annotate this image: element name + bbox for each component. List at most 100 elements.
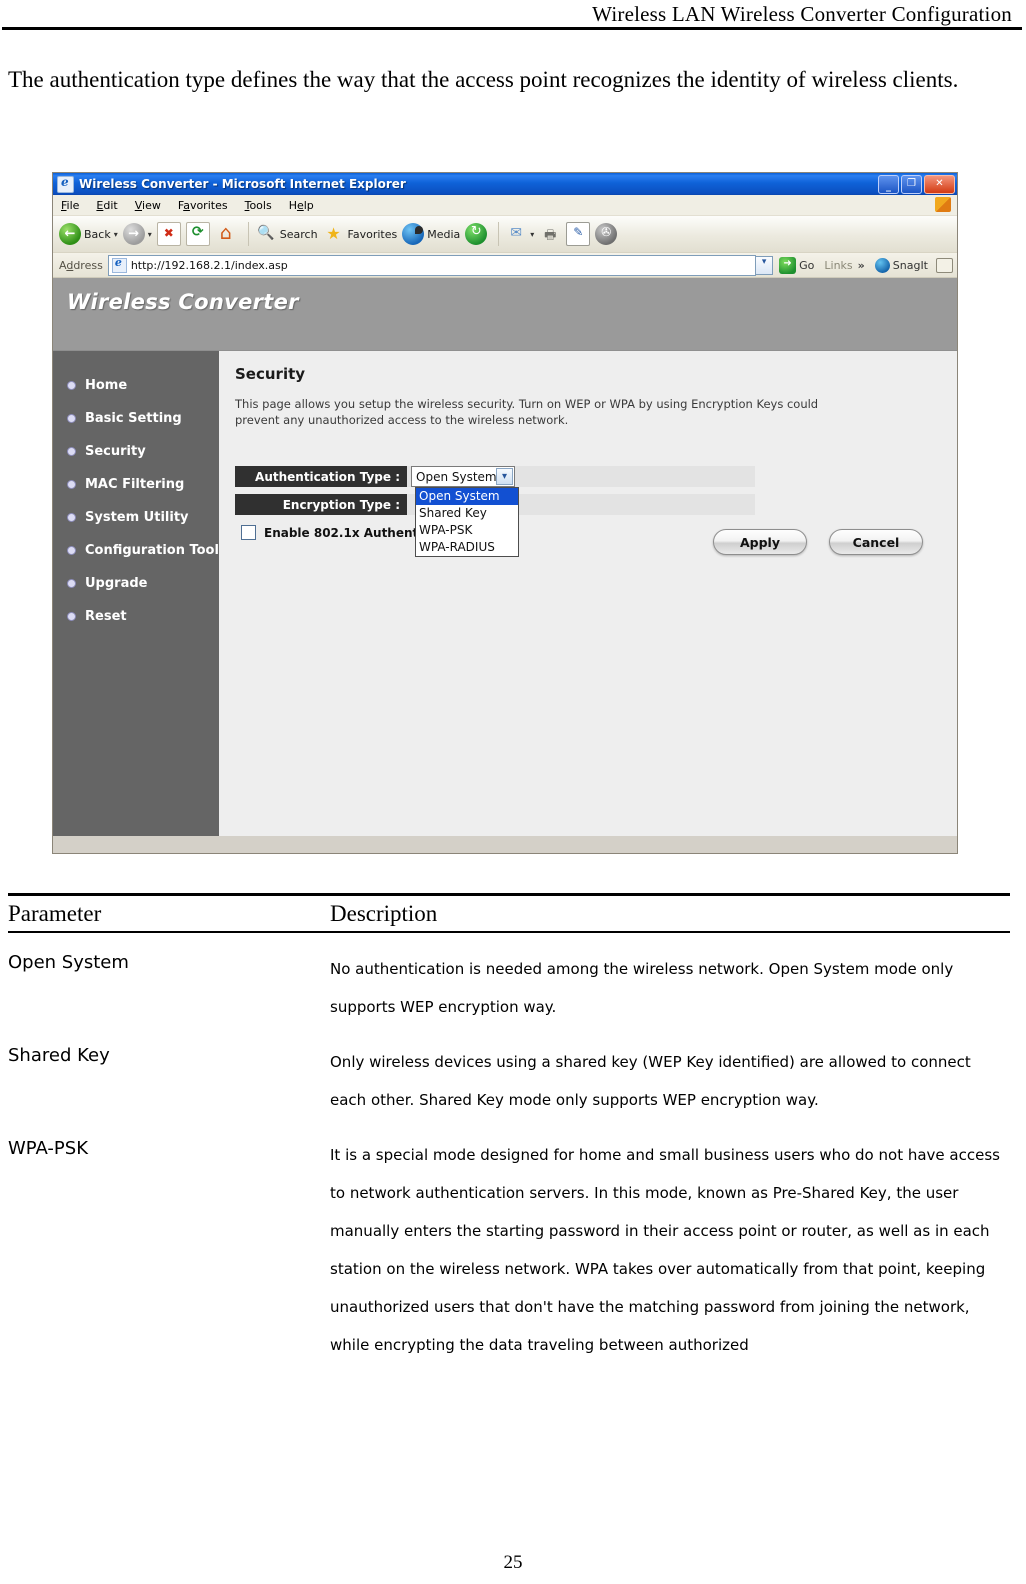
history-icon: [465, 223, 488, 245]
go-button[interactable]: Go: [779, 256, 815, 274]
table-header-row: Parameter Description: [8, 896, 1010, 931]
encryption-type-label: Encryption Type :: [235, 494, 407, 515]
sidebar-item-label: Upgrade: [85, 576, 148, 591]
router-web-ui: Wireless Converter Home Basic Setting Se…: [53, 278, 957, 836]
parameter-table: Parameter Description Open System No aut…: [8, 893, 1010, 1364]
edit-button[interactable]: [566, 222, 591, 246]
address-dropdown-button[interactable]: [756, 255, 774, 275]
forward-arrow-icon: →: [122, 223, 145, 245]
menu-item-help[interactable]: Help: [289, 199, 314, 212]
row-parameter: WPA-PSK: [8, 1138, 88, 1159]
minimize-icon: _: [886, 181, 891, 193]
printer-icon: [539, 223, 561, 248]
search-icon: [255, 223, 277, 245]
table-row: Open System No authentication is needed …: [8, 933, 1010, 1026]
restore-icon: ❐: [907, 178, 916, 189]
refresh-button[interactable]: [185, 222, 210, 246]
restore-button[interactable]: ❐: [901, 174, 922, 194]
bullet-icon: [67, 414, 76, 423]
sidebar-item-basic-setting[interactable]: Basic Setting: [53, 402, 219, 435]
edit-pencil-icon: [566, 222, 591, 246]
bullet-icon: [67, 381, 76, 390]
row-parameter: Shared Key: [8, 1045, 110, 1066]
menu-item-favorites[interactable]: Favorites: [178, 199, 228, 212]
header-divider: [2, 27, 1022, 30]
bullet-icon: [67, 546, 76, 555]
print-button[interactable]: [539, 223, 561, 248]
minimize-button[interactable]: _: [878, 174, 899, 194]
bullet-icon: [67, 579, 76, 588]
mail-icon: [505, 223, 527, 245]
discuss-button[interactable]: [595, 223, 618, 245]
ui-banner-title: Wireless Converter: [67, 290, 299, 314]
media-button[interactable]: Media: [402, 223, 460, 245]
enable-8021x-checkbox[interactable]: [241, 525, 256, 540]
enable-8021x-row[interactable]: Enable 802.1x Authentication: [235, 525, 941, 540]
table-row: Shared Key Only wireless devices using a…: [8, 1026, 1010, 1119]
ui-banner: Wireless Converter: [53, 278, 957, 351]
authentication-type-dropdown-list[interactable]: Open System Shared Key WPA-PSK WPA-RADIU…: [415, 487, 519, 557]
sidebar-item-configuration-tool[interactable]: Configuration Tool: [53, 534, 219, 567]
menu-item-tools[interactable]: Tools: [245, 199, 272, 212]
browser-toolbar: ← Back ▾ → ▾ Search Favorites Media: [53, 216, 957, 253]
favorites-button[interactable]: Favorites: [323, 223, 398, 245]
sidebar-item-label: Configuration Tool: [85, 543, 219, 558]
dropdown-option-shared-key[interactable]: Shared Key: [416, 505, 518, 522]
bullet-icon: [67, 480, 76, 489]
links-button[interactable]: Links: [824, 259, 852, 272]
back-button[interactable]: ← Back ▾: [59, 223, 118, 245]
go-button-label: Go: [799, 258, 815, 272]
home-button[interactable]: [215, 222, 237, 245]
sidebar-item-home[interactable]: Home: [53, 369, 219, 402]
menu-item-file[interactable]: File: [61, 199, 79, 212]
sidebar-item-security[interactable]: Security: [53, 435, 219, 468]
sidebar-item-system-utility[interactable]: System Utility: [53, 501, 219, 534]
browser-window-screenshot: Wireless Converter - Microsoft Internet …: [52, 172, 958, 854]
back-button-label: Back: [84, 227, 111, 241]
media-button-label: Media: [427, 227, 461, 241]
stop-button[interactable]: [156, 222, 181, 246]
dropdown-option-wpa-radius[interactable]: WPA-RADIUS: [416, 539, 518, 556]
ie-logo-icon: [57, 175, 74, 193]
snagit-capture-icon[interactable]: [936, 257, 953, 273]
chevron-down-icon-forward: ▾: [147, 229, 152, 239]
sidebar-item-label: Home: [85, 378, 128, 393]
menu-item-view[interactable]: View: [135, 199, 161, 212]
row-description: Only wireless devices using a shared key…: [330, 1053, 971, 1109]
browser-titlebar: Wireless Converter - Microsoft Internet …: [53, 173, 957, 195]
table-row: WPA-PSK It is a special mode designed fo…: [8, 1119, 1010, 1364]
dropdown-option-open-system[interactable]: Open System: [416, 488, 518, 505]
snagit-label: SnagIt: [892, 258, 928, 272]
address-input[interactable]: http://192.168.2.1/index.asp: [107, 254, 757, 276]
snagit-button[interactable]: SnagIt: [874, 257, 928, 273]
page-title: Security: [235, 365, 306, 383]
chevron-down-icon-select[interactable]: [496, 468, 513, 485]
sidebar-item-label: Reset: [85, 609, 127, 624]
dropdown-option-wpa-psk[interactable]: WPA-PSK: [416, 522, 518, 539]
ui-body: Home Basic Setting Security MAC Filterin…: [53, 351, 957, 836]
favorites-button-label: Favorites: [347, 227, 398, 241]
sidebar-item-reset[interactable]: Reset: [53, 600, 219, 633]
authentication-type-select[interactable]: Open System: [411, 466, 515, 487]
sidebar-item-upgrade[interactable]: Upgrade: [53, 567, 219, 600]
overflow-chevron-icon[interactable]: »: [858, 259, 865, 272]
forward-button[interactable]: → ▾: [122, 223, 152, 245]
bullet-icon: [67, 612, 76, 621]
bullet-icon: [67, 513, 76, 522]
toolbar-separator-1: [247, 222, 249, 246]
close-button[interactable]: ✕: [924, 174, 955, 194]
intro-paragraph: The authentication type defines the way …: [8, 67, 959, 92]
search-button-label: Search: [279, 227, 318, 241]
history-button[interactable]: [465, 223, 488, 245]
menu-item-edit[interactable]: Edit: [96, 199, 117, 212]
toolbar-separator-2: [498, 222, 500, 246]
page-description: This page allows you setup the wireless …: [235, 397, 819, 427]
go-arrow-icon: [779, 256, 797, 274]
ui-sidebar: Home Basic Setting Security MAC Filterin…: [53, 351, 219, 836]
sidebar-item-mac-filtering[interactable]: MAC Filtering: [53, 468, 219, 501]
authentication-type-value: Open System: [407, 466, 755, 487]
search-button[interactable]: Search: [255, 223, 318, 245]
snagit-icon: [874, 257, 890, 273]
mail-button[interactable]: ▾: [505, 223, 534, 245]
close-icon: ✕: [935, 178, 944, 189]
